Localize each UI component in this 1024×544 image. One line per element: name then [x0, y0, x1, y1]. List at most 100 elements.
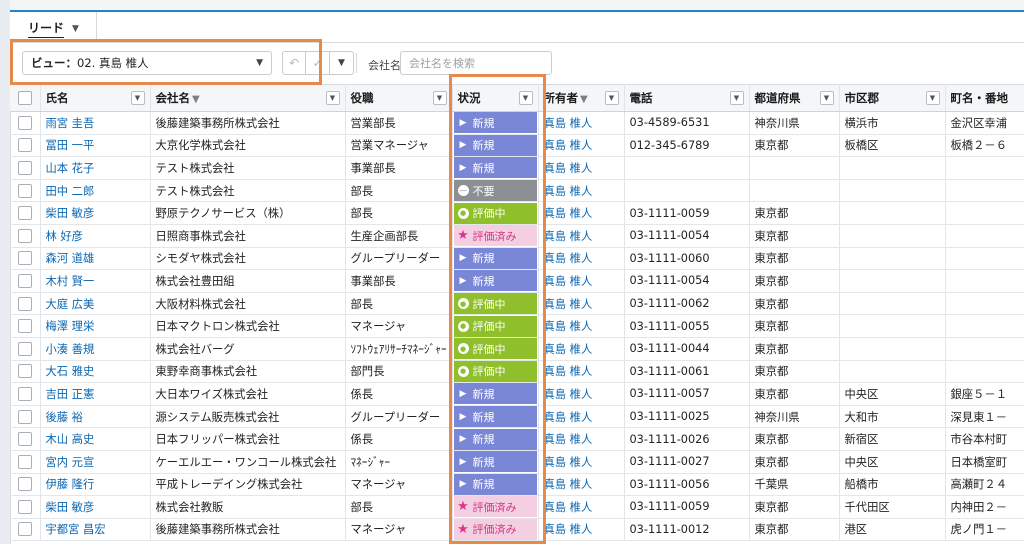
table-row[interactable]: 木山 高史 日本フリッパー株式会社 係長 ▶ 新規 真島 椎人 03-1111-0026 東京…: [10, 427, 1024, 451]
status-badge[interactable]: ★ 評価済み: [453, 225, 537, 247]
row-checkbox[interactable]: [17, 228, 32, 243]
row-checkbox[interactable]: [17, 183, 32, 198]
row-checkbox[interactable]: [17, 454, 32, 469]
cell-name-text[interactable]: 柴田 敏彦: [46, 501, 95, 514]
column-header-company[interactable]: 会社名 ▼ ▼: [150, 84, 346, 112]
cell-owner-text[interactable]: 真島 椎人: [544, 320, 593, 333]
status-badge[interactable]: ▶ 新規: [453, 270, 537, 292]
table-row[interactable]: 田中 二郎 テスト株式会社 部長 — 不要 真島 椎人: [10, 179, 1024, 203]
cell-owner[interactable]: 真島 椎人: [538, 495, 625, 519]
status-badge[interactable]: ▶ 新規: [453, 383, 537, 405]
cell-name[interactable]: 大庭 広美: [40, 292, 151, 316]
cell-name-text[interactable]: 宮内 元宣: [46, 456, 95, 469]
cell-status[interactable]: ▶ 新規: [452, 382, 539, 406]
cell-name-text[interactable]: 田中 二郎: [46, 185, 95, 198]
cell-owner[interactable]: 真島 椎人: [538, 360, 625, 384]
cell-owner-text[interactable]: 真島 椎人: [544, 139, 593, 152]
status-badge[interactable]: ▶ 新規: [453, 134, 537, 156]
cell-status[interactable]: ★ 評価済み: [452, 224, 539, 248]
cell-name-text[interactable]: 冨田 一平: [46, 139, 95, 152]
cell-name[interactable]: 木山 高史: [40, 427, 151, 451]
cell-owner-text[interactable]: 真島 椎人: [544, 433, 593, 446]
cell-name-text[interactable]: 木村 賢一: [46, 275, 95, 288]
cell-name-text[interactable]: 宇都宮 昌宏: [46, 523, 106, 536]
column-header-title[interactable]: 役職 ▼: [345, 84, 453, 112]
cell-status[interactable]: ▶ 新規: [452, 473, 539, 497]
cell-owner[interactable]: 真島 椎人: [538, 156, 625, 180]
status-badge[interactable]: — 不要: [453, 180, 537, 201]
cell-name[interactable]: 田中 二郎: [40, 179, 151, 203]
cell-name[interactable]: 伊藤 隆行: [40, 473, 151, 497]
cell-status[interactable]: ● 評価中: [452, 337, 539, 361]
row-checkbox[interactable]: [17, 432, 32, 447]
cell-name[interactable]: 梅澤 理栄: [40, 314, 151, 338]
column-menu-icon[interactable]: ▼: [925, 91, 940, 105]
status-badge[interactable]: ● 評価中: [453, 315, 537, 337]
cell-owner[interactable]: 真島 椎人: [538, 292, 625, 316]
row-checkbox[interactable]: [17, 206, 32, 221]
row-checkbox[interactable]: [17, 522, 32, 537]
status-badge[interactable]: ▶ 新規: [453, 157, 537, 179]
cell-owner[interactable]: 真島 椎人: [538, 405, 625, 429]
cell-owner[interactable]: 真島 椎人: [538, 450, 625, 474]
cell-owner[interactable]: 真島 椎人: [538, 134, 625, 158]
cell-owner[interactable]: 真島 椎人: [538, 427, 625, 451]
table-row[interactable]: 伊藤 隆行 平成トレーデイング株式会社 マネージャ ▶ 新規 真島 椎人 03-1111-0…: [10, 473, 1024, 497]
cell-owner-text[interactable]: 真島 椎人: [544, 501, 593, 514]
cell-owner-text[interactable]: 真島 椎人: [544, 230, 593, 243]
cell-name[interactable]: 木村 賢一: [40, 269, 151, 293]
table-row[interactable]: 大石 雅史 東野幸商事株式会社 部門長 ● 評価中 真島 椎人 03-1111-0061 東京…: [10, 360, 1024, 384]
row-checkbox[interactable]: [17, 477, 32, 492]
cell-owner[interactable]: 真島 椎人: [538, 382, 625, 406]
cell-status[interactable]: ▶ 新規: [452, 450, 539, 474]
cell-status[interactable]: ▶ 新規: [452, 111, 539, 135]
cell-owner-text[interactable]: 真島 椎人: [544, 207, 593, 220]
table-row[interactable]: 小湊 善規 株式会社バーグ ｿﾌﾄｳｪｱﾘｻｰﾁﾏﾈｰｼﾞｬｰ ● 評価中 真島 椎人 03…: [10, 337, 1024, 361]
status-badge[interactable]: ★ 評価済み: [453, 518, 537, 540]
table-row[interactable]: 雨宮 圭吾 後藤建築事務所株式会社 営業部長 ▶ 新規 真島 椎人 03-4589-6531…: [10, 111, 1024, 135]
cell-owner[interactable]: 真島 椎人: [538, 224, 625, 248]
column-menu-icon[interactable]: ▼: [604, 91, 619, 105]
cell-status[interactable]: ★ 評価済み: [452, 495, 539, 519]
view-menu-button[interactable]: ▼: [330, 51, 354, 75]
save-view-button[interactable]: ✓: [306, 51, 330, 75]
cell-name-text[interactable]: 木山 高史: [46, 433, 95, 446]
cell-owner-text[interactable]: 真島 椎人: [544, 298, 593, 311]
cell-name[interactable]: 森河 道雄: [40, 247, 151, 271]
row-checkbox[interactable]: [17, 386, 32, 401]
cell-name-text[interactable]: 山本 花子: [46, 162, 95, 175]
table-row[interactable]: 木村 賢一 株式会社豊田組 事業部長 ▶ 新規 真島 椎人 03-1111-0054 東京都: [10, 269, 1024, 293]
cell-name-text[interactable]: 後藤 裕: [46, 411, 83, 424]
status-badge[interactable]: ▶ 新規: [453, 473, 537, 495]
cell-name-text[interactable]: 林 好彦: [46, 230, 83, 243]
undo-button[interactable]: ↶: [282, 51, 306, 75]
cell-owner[interactable]: 真島 椎人: [538, 518, 625, 542]
column-header-status[interactable]: 状況 ▼: [452, 84, 539, 112]
cell-owner-text[interactable]: 真島 椎人: [544, 478, 593, 491]
column-header-name[interactable]: 氏名 ▼: [40, 84, 151, 112]
cell-name[interactable]: 後藤 裕: [40, 405, 151, 429]
cell-name[interactable]: 柴田 敏彦: [40, 495, 151, 519]
table-row[interactable]: 宮内 元宣 ケーエルエー・ワンコール株式会社 ﾏﾈｰｼﾞｬｰ ▶ 新規 真島 椎人 03-1…: [10, 450, 1024, 474]
table-row[interactable]: 後藤 裕 源システム販売株式会社 グループリーダー ▶ 新規 真島 椎人 03-1111-0…: [10, 405, 1024, 429]
status-badge[interactable]: ● 評価中: [453, 293, 537, 314]
cell-owner[interactable]: 真島 椎人: [538, 201, 625, 225]
cell-status[interactable]: ▶ 新規: [452, 156, 539, 180]
cell-name-text[interactable]: 柴田 敏彦: [46, 207, 95, 220]
cell-owner-text[interactable]: 真島 椎人: [544, 117, 593, 130]
cell-name-text[interactable]: 大庭 広美: [46, 298, 95, 311]
cell-name[interactable]: 林 好彦: [40, 224, 151, 248]
cell-name-text[interactable]: 梅澤 理栄: [46, 320, 95, 333]
row-checkbox[interactable]: [17, 115, 32, 130]
table-row[interactable]: 吉田 正憲 大日本ワイズ株式会社 係長 ▶ 新規 真島 椎人 03-1111-0057 東京都…: [10, 382, 1024, 406]
table-row[interactable]: 宇都宮 昌宏 後藤建築事務所株式会社 マネージャ ★ 評価済み 真島 椎人 03-1111-…: [10, 518, 1024, 542]
cell-name-text[interactable]: 大石 雅史: [46, 365, 95, 378]
cell-name[interactable]: 宮内 元宣: [40, 450, 151, 474]
cell-owner[interactable]: 真島 椎人: [538, 473, 625, 497]
column-header-city[interactable]: 市区郡 ▼: [839, 84, 946, 112]
row-checkbox[interactable]: [17, 341, 32, 356]
tab-leads[interactable]: リード ▼: [28, 19, 79, 38]
cell-owner-text[interactable]: 真島 椎人: [544, 365, 593, 378]
status-badge[interactable]: ▶ 新規: [453, 451, 537, 473]
row-checkbox[interactable]: [17, 251, 32, 266]
